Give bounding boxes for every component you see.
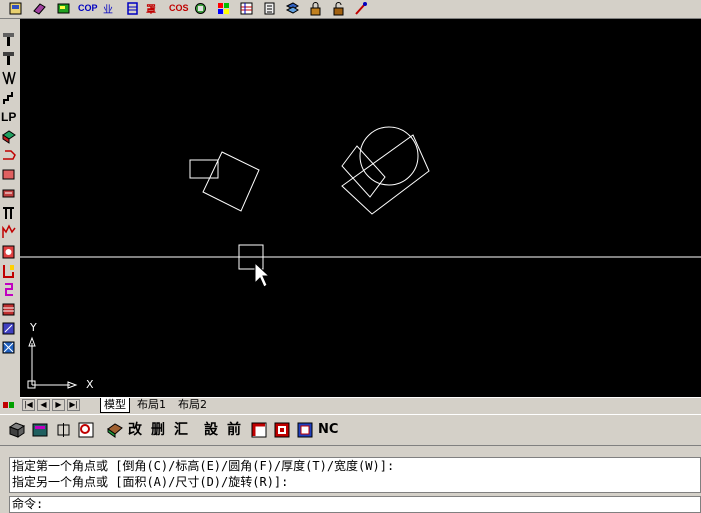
line-arrow-icon[interactable]: [1, 146, 16, 164]
command-prompt: 命令:: [12, 497, 44, 511]
cube-icon[interactable]: [1, 127, 16, 145]
target-icon[interactable]: [273, 421, 291, 444]
first-tab-button[interactable]: |◀: [22, 399, 35, 411]
rotated-square-right[interactable]: [341, 134, 430, 215]
magic-wand-icon[interactable]: [353, 1, 368, 16]
inspect-icon[interactable]: [77, 421, 95, 444]
drawing-svg: Y X: [20, 126, 701, 391]
cop-button[interactable]: COP: [78, 1, 98, 16]
color-palette-icon[interactable]: [216, 1, 231, 16]
settings-button[interactable]: 設: [204, 421, 218, 439]
command-history-line: 指定第一个角点或 [倒角(C)/标高(E)/圆角(F)/厚度(T)/宽度(W)]…: [12, 459, 395, 473]
nc-button[interactable]: NC: [318, 421, 338, 439]
plant-icon[interactable]: [1, 243, 16, 261]
layout-tabs-row: |◀ ◀ ▶ ▶| 模型 布局1 布局2: [20, 397, 701, 413]
rotated-rectangle[interactable]: [341, 145, 386, 198]
color-box-icon[interactable]: [31, 421, 49, 444]
corner-frame-icon[interactable]: [250, 421, 268, 444]
square-frame-icon[interactable]: [296, 421, 314, 444]
stair-icon[interactable]: [1, 89, 16, 107]
lock-icon[interactable]: [308, 1, 323, 16]
unlock-icon[interactable]: [331, 1, 346, 16]
pipe-icon[interactable]: [1, 262, 16, 280]
pin-icon[interactable]: [1, 31, 16, 49]
offset-icon[interactable]: 业: [102, 1, 117, 16]
list-icon[interactable]: [262, 1, 277, 16]
front-button[interactable]: 前: [227, 421, 241, 439]
layout-icon[interactable]: 罩: [146, 1, 161, 16]
measure-icon[interactable]: [1, 185, 16, 203]
command-input[interactable]: 命令:: [9, 496, 701, 513]
svg-text:业: 业: [103, 4, 113, 16]
svg-text:罩: 罩: [146, 4, 156, 16]
ucs-x-label: X: [86, 378, 94, 391]
modify-button[interactable]: 改: [128, 421, 142, 439]
open-file-icon[interactable]: [8, 1, 23, 16]
drawing-canvas[interactable]: Y X: [20, 19, 701, 397]
properties-icon[interactable]: [56, 1, 71, 16]
left-toolbar: LP: [0, 19, 19, 399]
last-tab-button[interactable]: ▶|: [67, 399, 80, 411]
region-icon[interactable]: [1, 301, 16, 319]
center-icon[interactable]: [55, 421, 73, 444]
prev-tab-button[interactable]: ◀: [37, 399, 50, 411]
pin-2-icon[interactable]: [1, 50, 16, 68]
diagonal-icon[interactable]: [1, 339, 16, 357]
command-area: 指定第一个角点或 [倒角(C)/标高(E)/圆角(F)/厚度(T)/宽度(W)]…: [0, 455, 701, 513]
command-history[interactable]: 指定第一个角点或 [倒角(C)/标高(E)/圆角(F)/厚度(T)/宽度(W)]…: [9, 457, 701, 493]
layer-tool-icon[interactable]: [32, 1, 47, 16]
roof-icon[interactable]: [1, 223, 16, 241]
block-icon[interactable]: [125, 1, 140, 16]
rotated-square-left[interactable]: [202, 151, 260, 212]
section-icon[interactable]: [1, 281, 16, 299]
tab-model[interactable]: 模型: [100, 398, 130, 413]
command-history-line: 指定另一个角点或 [面积(A)/尺寸(D)/旋转(R)]:: [12, 475, 289, 489]
fill-icon[interactable]: [1, 320, 16, 338]
cable-icon[interactable]: [1, 204, 16, 222]
delete-button[interactable]: 删: [151, 421, 165, 439]
tab-layout-1[interactable]: 布局1: [134, 398, 169, 412]
summary-button[interactable]: 汇: [174, 421, 188, 439]
pin-3-icon[interactable]: [1, 69, 16, 87]
corner-box: [0, 399, 18, 412]
stack-icon[interactable]: [285, 1, 300, 16]
cos-button[interactable]: COS: [169, 1, 189, 16]
hatch-icon[interactable]: [193, 1, 208, 16]
cursor-icon: [254, 261, 271, 288]
box-3d-icon[interactable]: [8, 421, 26, 444]
top-toolbar: COP 业 罩 COS: [0, 0, 701, 19]
tab-layout-2[interactable]: 布局2: [175, 398, 210, 412]
bottom-toolbar: 改 删 汇 設 前 NC: [0, 414, 701, 446]
book-icon[interactable]: [106, 421, 124, 444]
circle[interactable]: [359, 126, 419, 186]
grid-icon[interactable]: [239, 1, 254, 16]
ucs-y-label: Y: [29, 321, 37, 334]
next-tab-button[interactable]: ▶: [52, 399, 65, 411]
frame-icon[interactable]: [1, 166, 16, 184]
lp-button[interactable]: LP: [1, 108, 16, 126]
